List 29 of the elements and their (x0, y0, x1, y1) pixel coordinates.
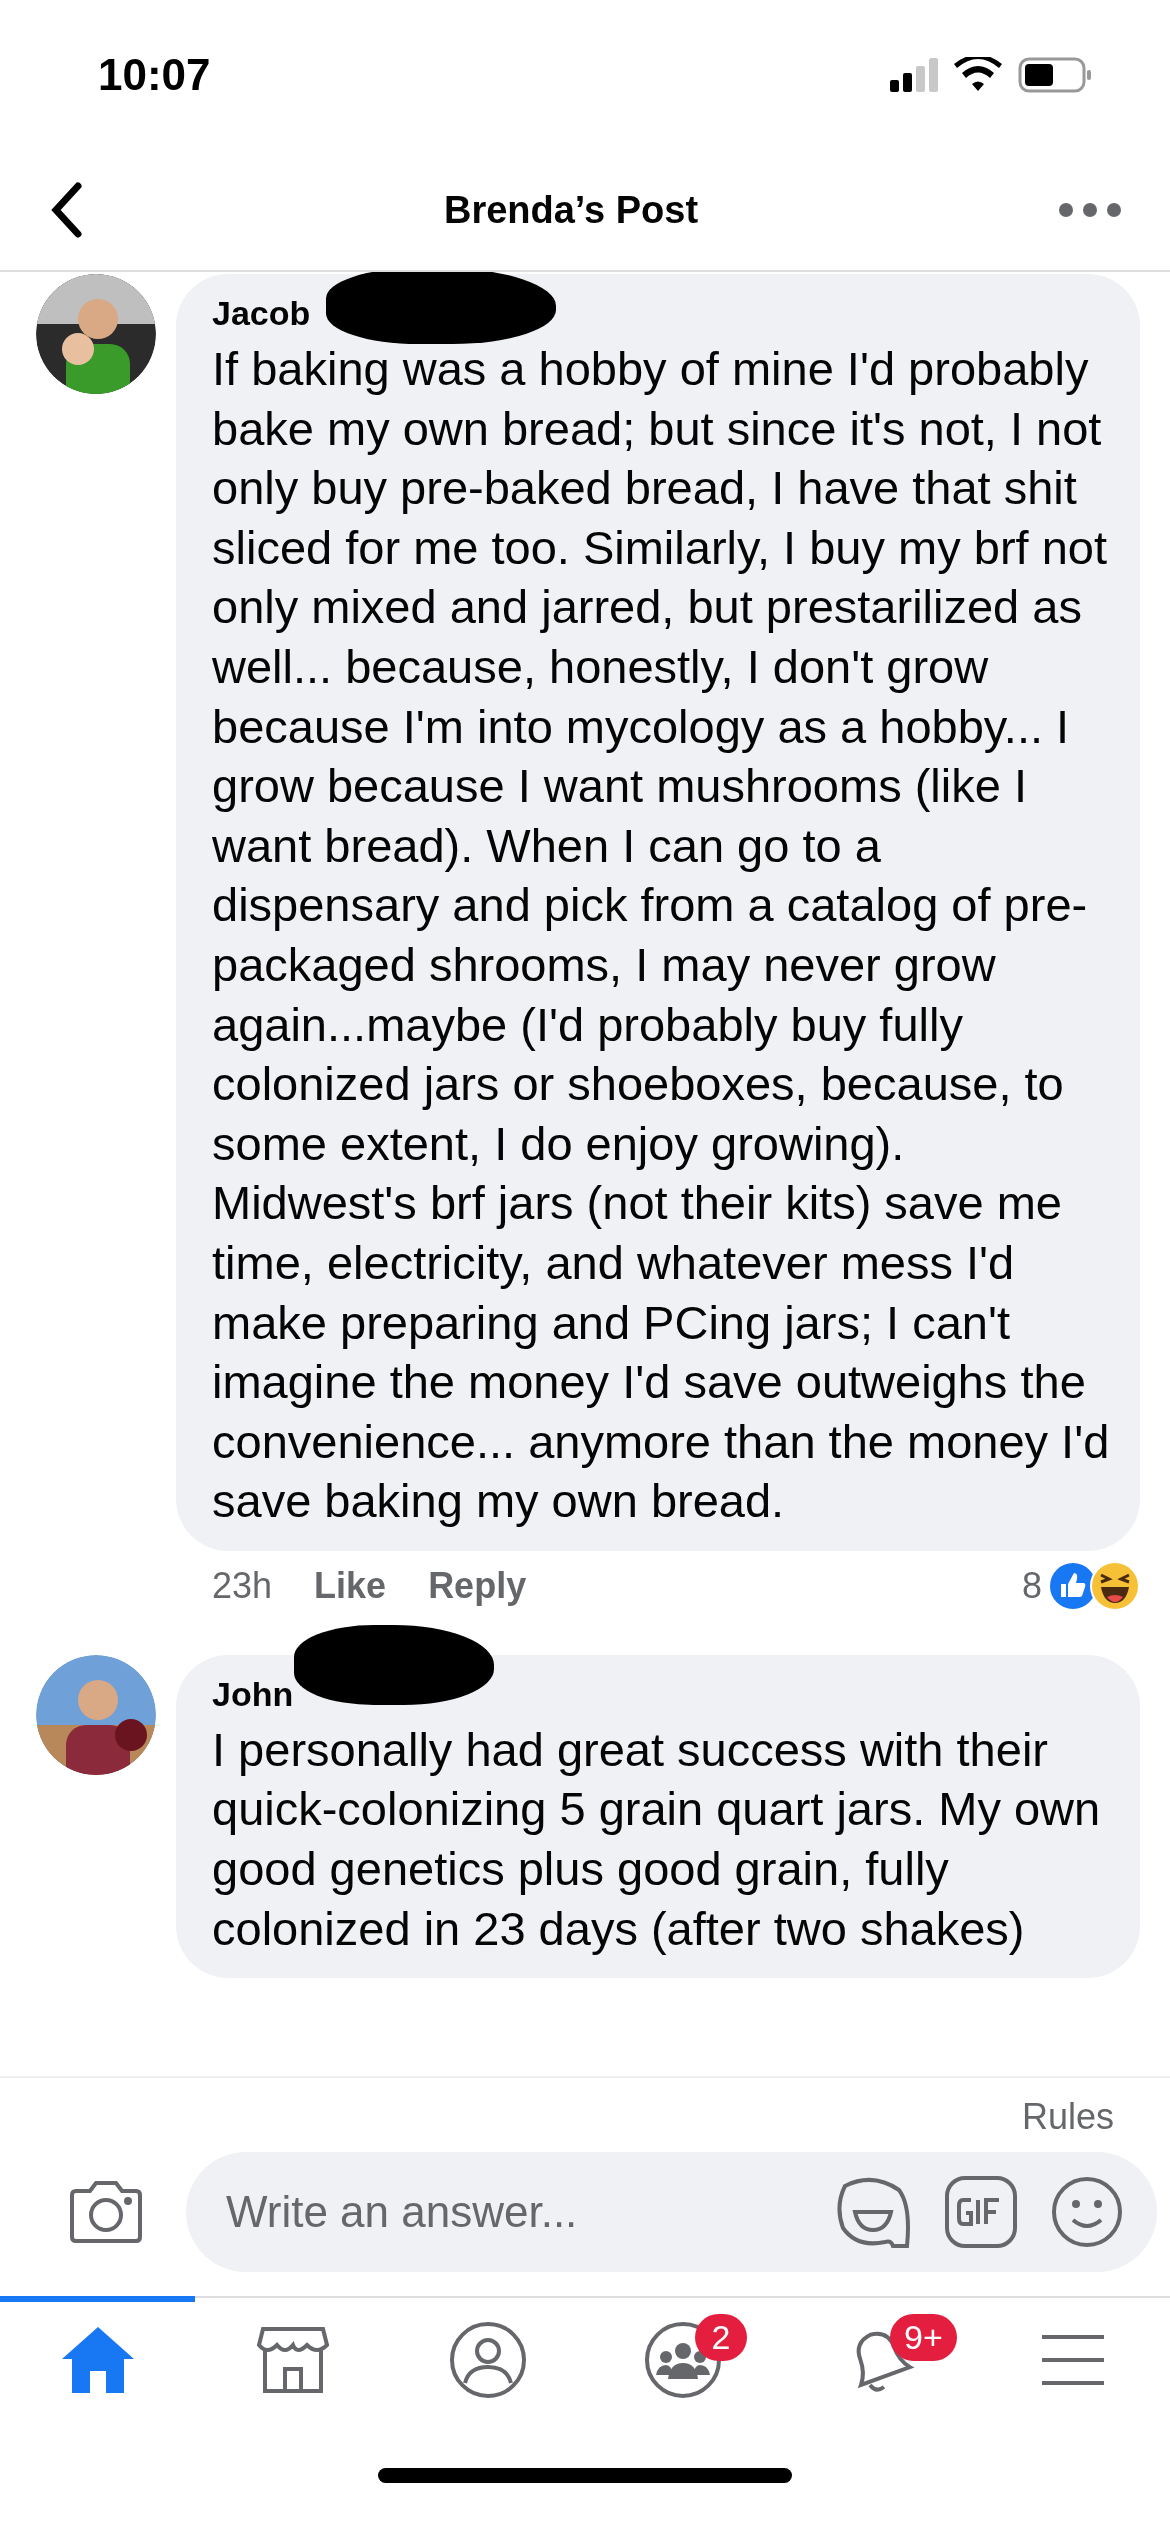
comment-text: If baking was a hobby of mine I'd probably bake my own bread; but since it's not, I not only buy pre-baked bread, I have that shit sliced for me too. Similarly, I buy my brf not only mixed and jarred, but prestarilized as well... because, honestly, I don't grow because I'm into mycology as a hobby... I grow because I want mushrooms (like I want bread). When I can go to a dispensary and pick from a catalog of pre-packaged shrooms, I may never grow again...maybe (I'd probably buy fully colonized jars or shoeboxes, because, to some extent, I do enjoy growing). Midwest's brf jars (not their kits) save me time, electricity, and whatever mess I'd make preparing and PCing jars; I can't imagine the money I'd save outweighs the convenience... anymore than the money I'd save baking my own bread. (212, 341, 1111, 1530)
comment-action[interactable]: Like (314, 1564, 387, 1607)
comment-text: I personally had great success with their quick-colonizing 5 grain quart jars. My own good genetics plus good grain, fully colonized in 23 days (after two shakes) (212, 1721, 1102, 1957)
reaction-count: 8 (1021, 1564, 1042, 1607)
comment-author: Jacob (212, 294, 312, 333)
notification-count: 9+ (890, 2314, 957, 2361)
signal-icon (890, 58, 938, 92)
laughing-face-icon (1090, 1560, 1140, 1611)
sticker-icon[interactable] (837, 2176, 911, 2248)
comment-author: John (212, 1674, 295, 1714)
wifi-icon (954, 57, 1002, 93)
comment-action[interactable]: Reply (428, 1564, 527, 1607)
tab-bar-item[interactable]: 2 (585, 2296, 780, 2418)
composer-bar[interactable]: Write an answer... (186, 2152, 1157, 2272)
battery-icon (1018, 57, 1092, 93)
store-icon (254, 2325, 331, 2395)
status-time: 10:07 (98, 50, 211, 100)
gif-icon[interactable] (945, 2176, 1017, 2248)
more-icon (1058, 202, 1122, 218)
rules-link[interactable]: Rules (1021, 2096, 1114, 2138)
menu-icon (1039, 2333, 1106, 2387)
answer-field[interactable]: Write an answer... (224, 2186, 803, 2238)
profile-icon (448, 2321, 527, 2399)
page-title: Brenda’s Post (443, 188, 699, 232)
comment-time: 23h (212, 1564, 273, 1607)
camera-icon (68, 2179, 144, 2245)
emoji-icon[interactable] (1051, 2176, 1123, 2248)
notification-count: 2 (695, 2314, 747, 2361)
tab-bar-item[interactable]: 9+ (780, 2296, 975, 2418)
